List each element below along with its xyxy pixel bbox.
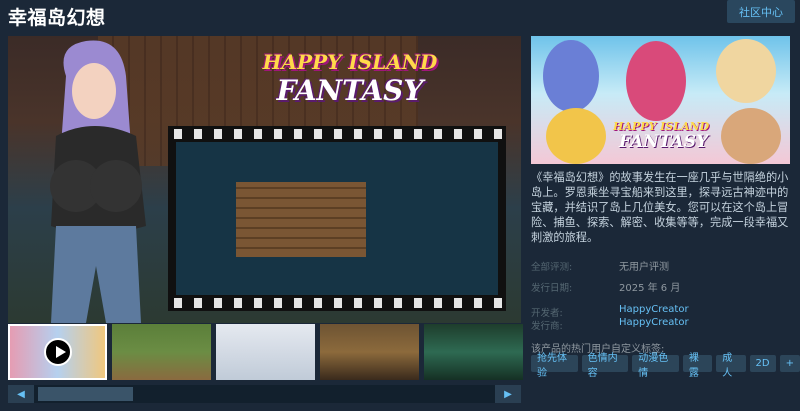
film-holes-top (168, 129, 506, 139)
capsule-logo-line-2: FANTASY (619, 132, 709, 152)
tag[interactable]: 2D (749, 355, 776, 372)
thumbnail-screenshot[interactable] (112, 324, 211, 380)
thumbnail-screenshot[interactable] (424, 324, 523, 380)
logo-line-2: FANTASY (276, 74, 424, 107)
scroll-left-icon[interactable]: ◀ (8, 385, 34, 403)
scroll-thumb[interactable] (38, 387, 133, 401)
game-description: 《幸福岛幻想》的故事发生在一座几乎与世隔绝的小岛上。罗恩乘坐寻宝船来到这里，探寻… (531, 171, 789, 244)
release-date-value: 2025 年 6 月 (619, 283, 681, 294)
game-logo: HAPPY ISLAND FANTASY (256, 50, 444, 120)
page-title: 幸福岛幻想 (8, 7, 106, 29)
scroll-right-icon[interactable]: ▶ (495, 385, 521, 403)
film-strip-frame (168, 126, 506, 311)
thumbnail-scrollbar[interactable]: ◀ ▶ (8, 385, 521, 403)
reviews-label: 全部评测: (531, 262, 573, 273)
header-capsule-image: HAPPY ISLAND FANTASY (531, 36, 790, 164)
developer-link[interactable]: HappyCreator (619, 304, 689, 315)
film-holes-bottom (168, 298, 506, 308)
character-art (50, 40, 146, 323)
thumbnail-video[interactable] (8, 324, 107, 380)
tag[interactable]: 成人 (716, 353, 746, 379)
add-tag-button[interactable]: + (779, 355, 800, 372)
thumbnail-screenshot[interactable] (320, 324, 419, 380)
main-media-viewer[interactable]: HAPPY ISLAND FANTASY (8, 36, 521, 323)
reviews-value: 无用户评测 (619, 262, 669, 273)
publisher-label: 发行商: (531, 321, 563, 332)
tag[interactable]: 动漫色情 (632, 353, 679, 379)
gameplay-screen (176, 142, 498, 295)
logo-line-1: HAPPY ISLAND (262, 50, 438, 74)
play-icon (44, 338, 72, 366)
community-hub-button[interactable]: 社区中心 (727, 0, 795, 23)
release-date-label: 发行日期: (531, 283, 573, 294)
publisher-link[interactable]: HappyCreator (619, 317, 689, 328)
thumbnail-strip (8, 324, 523, 382)
developer-label: 开发者: (531, 308, 563, 319)
tag[interactable]: 抢先体验 (531, 353, 578, 379)
tag[interactable]: 裸露 (682, 353, 713, 379)
thumbnail-screenshot[interactable] (216, 324, 315, 380)
wooden-dock (236, 182, 366, 257)
tag[interactable]: 色情内容 (581, 353, 629, 379)
tags-list: 抢先体验 色情内容 动漫色情 裸露 成人 2D + (531, 353, 800, 379)
